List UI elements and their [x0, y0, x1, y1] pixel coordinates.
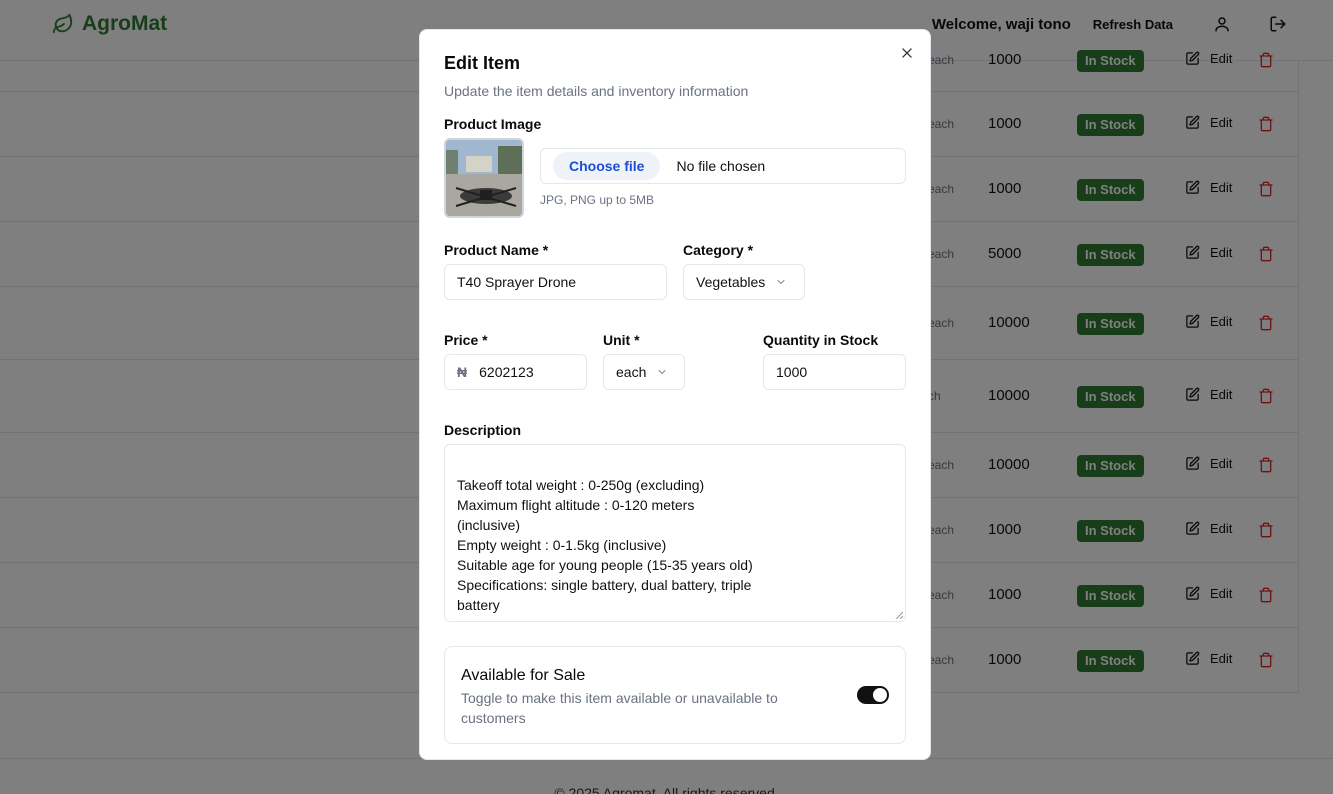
edit-item-dialog: Edit Item Update the item details and in…	[419, 29, 931, 760]
toggle-knob	[873, 688, 887, 702]
file-input[interactable]: Choose file No file chosen	[540, 148, 906, 184]
available-toggle[interactable]	[857, 686, 889, 704]
description-label: Description	[444, 422, 522, 438]
category-label: Category *	[683, 242, 754, 258]
product-image-preview	[444, 138, 524, 218]
file-hint: JPG, PNG up to 5MB	[540, 193, 655, 207]
unit-value: each	[616, 364, 647, 380]
close-icon[interactable]	[900, 46, 914, 60]
product-name-value: T40 Sprayer Drone	[457, 274, 577, 290]
drone-photo	[446, 140, 522, 216]
choose-file-button[interactable]: Choose file	[553, 152, 661, 180]
dialog-subtitle: Update the item details and inventory in…	[444, 83, 749, 99]
product-name-input[interactable]: T40 Sprayer Drone	[444, 264, 667, 300]
product-image-label: Product Image	[444, 116, 542, 132]
price-label: Price *	[444, 332, 488, 348]
resize-handle-icon[interactable]	[895, 611, 903, 619]
unit-label: Unit *	[603, 332, 640, 348]
currency-symbol: ₦	[457, 364, 468, 380]
description-textarea[interactable]: Takeoff total weight : 0-250g (excluding…	[444, 444, 906, 622]
availability-description: Toggle to make this item available or un…	[461, 690, 778, 726]
category-value: Vegetables	[696, 274, 766, 290]
price-input[interactable]: ₦ 6202123	[444, 354, 587, 390]
price-value: 6202123	[479, 364, 534, 380]
category-select[interactable]: Vegetables	[683, 264, 805, 300]
product-name-label: Product Name *	[444, 242, 549, 258]
no-file-text: No file chosen	[676, 158, 766, 174]
dialog-title: Edit Item	[444, 53, 521, 73]
availability-title: Available for Sale	[461, 667, 586, 684]
unit-select[interactable]: each	[603, 354, 685, 390]
description-value: Takeoff total weight : 0-250g (excluding…	[457, 477, 753, 613]
availability-card: Available for Sale Toggle to make this i…	[444, 646, 906, 744]
quantity-label: Quantity in Stock	[763, 332, 879, 348]
chevron-down-icon	[658, 369, 666, 375]
quantity-value: 1000	[776, 364, 808, 380]
chevron-down-icon	[777, 279, 785, 285]
quantity-input[interactable]: 1000	[763, 354, 906, 390]
